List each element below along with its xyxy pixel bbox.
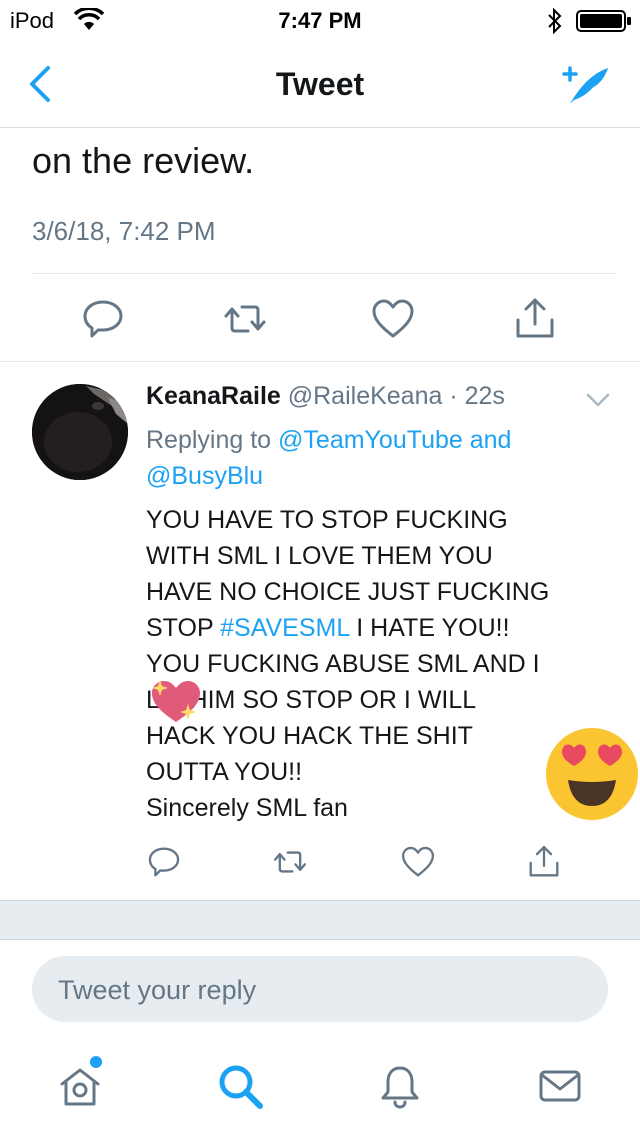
separator: · [442,382,465,410]
reply-header: KeanaRaile @RaileKeana · 22s [146,382,505,411]
heart-icon[interactable] [370,296,416,342]
user-handle[interactable]: @RaileKeana [288,382,443,410]
nav-bar: Tweet [0,40,640,128]
battery-icon [576,10,631,32]
replying-and: and [462,426,512,454]
heart-eyes-emoji [546,728,638,820]
heart-icon[interactable] [400,844,436,880]
share-icon[interactable] [526,844,562,880]
mention-link[interactable]: @BusyBlu [146,462,263,490]
page-title: Tweet [275,66,365,102]
chevron-down-icon[interactable] [584,388,612,412]
reply-input[interactable]: Tweet your reply [32,956,608,1022]
replying-to: Replying to @TeamYouTube and @BusyBlu [146,426,512,490]
hashtag-link[interactable]: #SAVESML [220,614,349,642]
avatar[interactable] [32,384,128,480]
share-icon[interactable] [512,296,558,342]
divider [0,361,640,362]
sparkling-heart-emoji [152,680,200,722]
retweet-icon[interactable] [222,296,268,342]
section-separator [0,900,640,940]
tweet-text: on the review. [32,140,255,181]
reply-bubble-icon[interactable] [80,296,126,342]
reply-actions [0,844,640,884]
clock: 7:47 PM [278,8,362,33]
reply-age: 22s [464,382,505,410]
notification-dot [90,1056,102,1068]
avatar-image [32,384,128,480]
bell-icon[interactable] [376,1062,424,1110]
status-bar: iPod 7:47 PM [0,0,640,40]
tab-bar [0,1040,640,1136]
retweet-icon[interactable] [272,844,308,880]
home-icon[interactable] [56,1062,104,1110]
compose-feather-icon[interactable] [556,60,612,110]
divider [32,273,616,274]
user-name[interactable]: KeanaRaile [146,382,281,410]
tweet-actions [0,296,640,342]
tweet-timestamp: 3/6/18, 7:42 PM [32,216,216,246]
mention-link[interactable]: @TeamYouTube [278,426,463,454]
bluetooth-icon [548,8,562,34]
mail-icon[interactable] [536,1062,584,1110]
reply-placeholder: Tweet your reply [58,975,257,1005]
reply-bubble-icon[interactable] [146,844,182,880]
search-icon[interactable] [216,1062,264,1110]
